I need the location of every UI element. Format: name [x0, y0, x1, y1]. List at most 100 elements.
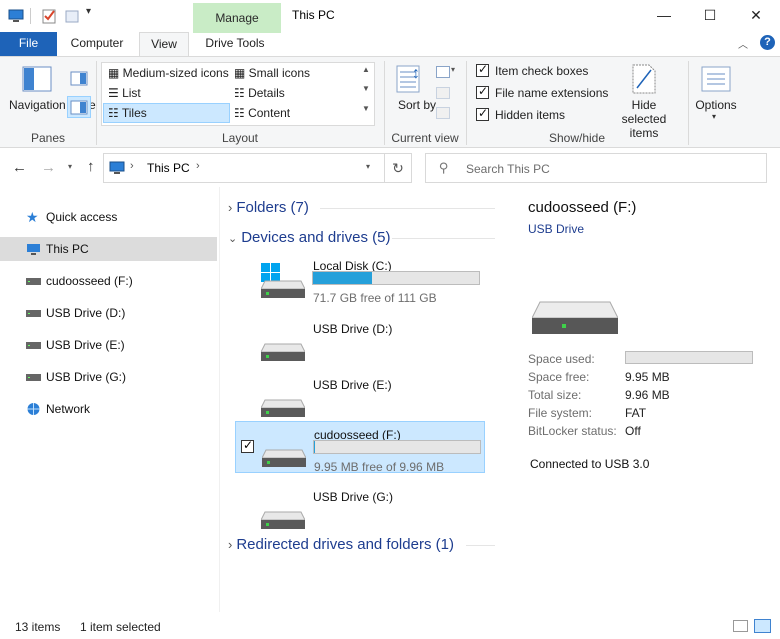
space-free-value: 9.95 MB — [625, 370, 670, 384]
new-folder-icon[interactable] — [64, 8, 80, 24]
item-check-boxes-label: Item check boxes — [495, 64, 589, 78]
usb-drive-icon — [261, 343, 305, 361]
drive-tile-f[interactable]: ✓ cudoosseed (F:) 9.95 MB free of 9.96 M… — [235, 421, 485, 474]
section-folders[interactable]: › Folders (7) — [228, 199, 309, 216]
layout-scroll-up-icon[interactable]: ▲ — [362, 65, 370, 74]
breadcrumb-separator-icon[interactable]: › — [196, 160, 200, 172]
tab-drive-tools[interactable]: Drive Tools — [196, 32, 274, 56]
section-title: Devices and drives (5) — [241, 229, 391, 246]
search-input[interactable]: ⚲ Search This PC — [425, 153, 767, 183]
navigation-pane-button[interactable]: Navigation pane — [9, 98, 96, 112]
tab-file[interactable]: File — [0, 32, 57, 56]
hide-selected-icon[interactable] — [631, 64, 657, 94]
navigation-pane-icon[interactable] — [22, 66, 52, 92]
details-pane-button[interactable] — [67, 96, 91, 118]
customize-quick-access-icon[interactable]: ▾ — [86, 6, 91, 17]
ribbon-tabs: File Computer View Drive Tools ︿ ? — [0, 32, 780, 57]
layout-details[interactable]: ☷ Details — [234, 86, 285, 100]
forward-icon[interactable]: → — [41, 159, 56, 176]
drive-usage-fill — [313, 272, 372, 284]
section-redirected[interactable]: › Redirected drives and folders (1) — [228, 536, 454, 553]
layout-list[interactable]: ☰ List — [108, 86, 141, 100]
layout-tiles[interactable]: ☷ Tiles — [108, 106, 147, 120]
nav-item-cudoosseed[interactable]: cudoosseed (F:) — [0, 269, 217, 293]
address-row: ← → ▾ ↑ › This PC › ▾ ↻ ⚲ Search This PC — [0, 149, 780, 187]
divider — [392, 238, 495, 239]
item-checkbox[interactable]: ✓ — [241, 438, 254, 453]
layout-medium-icons[interactable]: ▦ Medium-sized icons — [108, 66, 229, 80]
nav-item-label: USB Drive (D:) — [46, 306, 126, 320]
file-name-extensions-checkbox[interactable] — [476, 84, 489, 99]
pane-splitter[interactable] — [219, 187, 220, 612]
breadcrumb-this-pc[interactable]: This PC — [147, 161, 190, 175]
usb-drive-icon — [26, 310, 41, 317]
sort-by-button[interactable]: Sort by — [398, 98, 436, 112]
space-used-label: Space used: — [528, 352, 595, 366]
nav-item-quick-access[interactable]: ★ Quick access — [0, 205, 217, 229]
minimize-icon[interactable]: — — [641, 0, 687, 30]
star-icon: ★ — [26, 209, 39, 225]
options-icon[interactable] — [701, 66, 731, 92]
nav-item-usb-g[interactable]: USB Drive (G:) — [0, 365, 217, 389]
tab-computer[interactable]: Computer — [62, 32, 132, 56]
nav-item-network[interactable]: Network — [0, 397, 217, 421]
tab-view[interactable]: View — [139, 32, 189, 57]
help-icon[interactable]: ? — [760, 35, 775, 50]
drive-tile-c[interactable]: Local Disk (C:) 71.7 GB free of 111 GB — [235, 253, 485, 305]
sort-arrow-icon: ↕ — [412, 65, 420, 82]
large-icons-view-icon[interactable] — [754, 619, 771, 633]
back-icon[interactable]: ← — [12, 159, 27, 176]
usb-drive-icon — [26, 342, 41, 349]
nav-item-label: cudoosseed (F:) — [46, 274, 133, 288]
nav-item-usb-e[interactable]: USB Drive (E:) — [0, 333, 217, 357]
ribbon: Navigation pane Panes ▦ Medium-sized ico… — [0, 56, 780, 148]
drive-free-space: 9.95 MB free of 9.96 MB — [314, 460, 445, 474]
size-columns-icon[interactable] — [436, 107, 450, 119]
group-label-show-hide: Show/hide — [548, 131, 606, 145]
file-system-label: File system: — [528, 406, 593, 420]
computer-icon[interactable] — [8, 8, 24, 24]
preview-pane-icon[interactable] — [70, 71, 88, 86]
properties-icon[interactable] — [41, 8, 57, 24]
space-used-bar — [625, 351, 753, 364]
file-name-extensions-label: File name extensions — [495, 86, 609, 100]
drive-tile-e[interactable]: USB Drive (E:) — [235, 372, 485, 424]
breadcrumb-separator-icon[interactable]: › — [130, 160, 134, 172]
tab-manage[interactable]: Manage — [193, 3, 281, 33]
collapse-ribbon-icon[interactable]: ︿ — [738, 36, 748, 51]
nav-item-usb-d[interactable]: USB Drive (D:) — [0, 301, 217, 325]
group-label-current-view: Current view — [391, 131, 459, 145]
item-check-boxes-checkbox[interactable] — [476, 62, 489, 77]
refresh-button[interactable]: ↻ — [384, 153, 412, 183]
hidden-items-checkbox[interactable] — [476, 106, 489, 121]
title-bar: ▾ Manage This PC — ☐ ✕ — [0, 0, 780, 33]
options-button[interactable]: Options — [690, 98, 742, 112]
layout-content[interactable]: ☷ Content — [234, 106, 290, 120]
drive-tile-d[interactable]: USB Drive (D:) — [235, 316, 485, 368]
layout-scroll-down-icon[interactable]: ▼ — [362, 84, 370, 93]
drive-name: USB Drive (D:) — [313, 322, 393, 336]
separator — [688, 61, 689, 145]
address-bar[interactable]: › This PC › ▾ — [103, 153, 385, 183]
recent-locations-icon[interactable]: ▾ — [68, 162, 72, 171]
item-count: 13 items — [15, 620, 61, 634]
layout-more-icon[interactable]: ▼ — [362, 104, 370, 113]
nav-item-label: USB Drive (E:) — [46, 338, 125, 352]
drive-usage-fill — [314, 441, 315, 453]
layout-small-icons[interactable]: ▦ Small icons — [234, 66, 310, 80]
drive-tile-g[interactable]: USB Drive (G:) — [235, 484, 485, 536]
details-view-icon[interactable] — [733, 620, 748, 632]
close-icon[interactable]: ✕ — [733, 0, 779, 30]
maximize-icon[interactable]: ☐ — [687, 0, 733, 30]
add-columns-icon[interactable] — [436, 87, 450, 99]
nav-item-label: Network — [46, 402, 91, 416]
refresh-icon: ↻ — [392, 159, 404, 176]
nav-item-label: This PC — [46, 242, 89, 256]
address-history-icon[interactable]: ▾ — [366, 162, 370, 171]
group-by-icon[interactable] — [436, 66, 450, 78]
nav-item-this-pc[interactable]: This PC — [0, 237, 217, 261]
usb-drive-icon — [261, 399, 305, 417]
section-devices[interactable]: ⌄ Devices and drives (5) — [228, 229, 390, 246]
up-icon[interactable]: ↑ — [87, 158, 95, 175]
network-icon — [27, 403, 40, 415]
